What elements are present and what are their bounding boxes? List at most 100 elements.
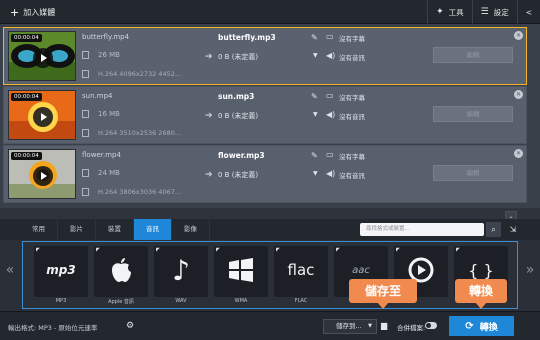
output-size: 0 B (未定義) [218,53,259,61]
preset-label: WMA [234,298,248,304]
edit-button[interactable]: 編輯 [433,165,513,181]
subtitle-select[interactable]: 沒有字幕 [339,33,365,43]
video-info-icon [82,188,89,196]
audio-select[interactable]: 沒有音訊 [339,111,365,121]
format-search-input[interactable]: 尋找格式或裝置... [360,223,484,236]
merge-files-toggle[interactable] [425,322,437,329]
preset-apple-audio[interactable]: ◤ [94,246,148,297]
scroll-right-icon[interactable]: » [520,240,540,311]
duration-badge: 00:00:04 [11,34,42,42]
chevron-down-icon[interactable]: ▼ [313,111,318,118]
preset-flac[interactable]: ◤ flac [274,246,328,297]
merge-files-label: 合併檔案: [397,324,426,332]
source-filename: sun.mp4 [82,92,113,100]
folder-icon[interactable]: ▆ [381,321,387,330]
file-row-butterfly[interactable]: 00:00:04 butterfly.mp4 26 MB H.264 4096x… [3,27,527,85]
file-icon [82,110,89,118]
file-row-sun[interactable]: 00:00:04 sun.mp4 16 MB H.264 3510x2536 2… [3,86,527,144]
subtitle-icon: ▭ [326,150,334,159]
subtitle-icon: ▭ [326,91,334,100]
top-toolbar: + 加入媒體 ✦ 工具 ☰ 設定 < [0,0,540,24]
pencil-icon[interactable]: ✎ [311,92,318,101]
add-media-button[interactable]: + 加入媒體 [4,3,61,21]
tab-devices[interactable]: 裝置 [96,219,134,240]
play-icon[interactable] [33,107,53,127]
source-codec-text: H.264 3510x2536 2680... [98,129,182,137]
thumbnail-butterfly[interactable]: 00:00:04 [8,31,76,81]
preset-mp3[interactable]: ◤ mp3 [34,246,88,297]
tab-video[interactable]: 影片 [58,219,96,240]
thumbnail-sun[interactable]: 00:00:04 [8,90,76,140]
convert-button[interactable]: ⟳ 轉換 [449,316,514,336]
share-button[interactable]: < [516,0,540,24]
source-codec-text: H.264 4096x2732 4452... [98,70,182,78]
video-info-icon [82,129,89,137]
settings-button[interactable]: ☰ 設定 [471,0,517,24]
music-note-icon: ♪ [172,253,190,287]
gear-icon[interactable]: ⚙ [124,320,136,332]
scroll-left-icon[interactable]: « [0,240,20,311]
edit-button[interactable]: 編輯 [433,47,513,63]
thumbnail-flower[interactable]: 00:00:04 [8,149,76,199]
preset-wma[interactable]: ◤ [214,246,268,297]
windows-logo-icon [214,250,268,290]
source-filename: butterfly.mp4 [82,33,130,41]
speaker-icon: ◀) [326,51,336,60]
audio-select[interactable]: 沒有音訊 [339,52,365,62]
convert-callout: 轉換 [455,279,507,309]
source-codec: H.264 3806x3036 4067... [82,188,181,196]
close-icon[interactable]: ✕ [514,149,523,158]
convert-arrow-icon: ➔ [205,52,213,62]
duration-badge: 00:00:04 [11,93,42,101]
source-codec-text: H.264 3806x3036 4067... [98,188,182,196]
audio-select[interactable]: 沒有音訊 [339,170,365,180]
preset-wav[interactable]: ◤ ♪ [154,246,208,297]
tab-image[interactable]: 影像 [172,219,210,240]
output-size: 0 B (未定義) [218,171,259,179]
close-icon[interactable]: ✕ [514,90,523,99]
subtitle-select[interactable]: 沒有字幕 [339,92,365,102]
convert-label: 轉換 [479,322,498,333]
save-to-dropdown[interactable]: 儲存到... ▼ [323,319,377,334]
magic-wand-icon: ✦ [436,7,444,17]
source-size-text: 24 MB [98,169,120,177]
output-format-label: 輸出格式: MP3 - 原始位元速率 [8,324,98,332]
file-list: 00:00:04 butterfly.mp4 26 MB H.264 4096x… [0,24,540,208]
device-detect-icon[interactable]: ⇲ [506,222,520,237]
preset-label: MP3 [55,298,67,304]
share-icon: < [525,7,532,17]
file-row-flower[interactable]: 00:00:04 flower.mp4 24 MB H.264 3806x303… [3,145,527,203]
chevron-down-icon[interactable]: ▼ [313,52,318,59]
subtitle-select[interactable]: 沒有字幕 [339,151,365,161]
save-to-callout: 儲存至 [349,279,417,309]
convert-arrow-icon: ➔ [205,111,213,121]
output-filename[interactable]: sun.mp3 [218,92,254,101]
search-icon[interactable]: ⌕ [486,222,501,237]
close-icon[interactable]: ✕ [514,31,523,40]
mp3-logo-icon: mp3 [46,263,76,277]
source-size: 26 MB [82,51,120,59]
output-filename[interactable]: flower.mp3 [218,151,265,160]
chevron-down-icon[interactable]: ▼ [313,170,318,177]
pencil-icon[interactable]: ✎ [311,33,318,42]
preset-label: Apple 音訊 [108,299,134,305]
format-tabs: 常用 影片 裝置 音訊 影像 尋找格式或裝置... ⌕ ⇲ [0,219,540,240]
play-icon[interactable] [33,48,53,68]
source-codec: H.264 4096x2732 4452... [82,70,181,78]
flac-logo-icon: flac [287,261,315,279]
subtitle-icon: ▭ [326,32,334,41]
tools-button[interactable]: ✦ 工具 [427,0,472,24]
tab-audio[interactable]: 音訊 [134,219,172,240]
pencil-icon[interactable]: ✎ [311,151,318,160]
output-filename[interactable]: butterfly.mp3 [218,33,276,42]
tools-label: 工具 [448,7,464,17]
tab-common[interactable]: 常用 [20,219,58,240]
apple-logo-icon [94,250,148,290]
play-icon[interactable] [33,166,53,186]
settings-label: 設定 [493,7,509,17]
edit-button[interactable]: 編輯 [433,106,513,122]
source-codec: H.264 3510x2536 2680... [82,129,181,137]
preset-label: FLAC [294,298,308,304]
output-size: 0 B (未定義) [218,112,259,120]
speaker-icon: ◀) [326,169,336,178]
